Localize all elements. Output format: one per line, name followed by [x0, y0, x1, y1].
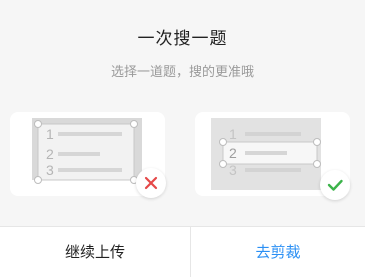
continue-upload-button[interactable]: 继续上传: [0, 227, 190, 277]
dialog-title: 一次搜一题: [137, 29, 228, 49]
question-number: 1: [46, 126, 54, 142]
cross-icon: [136, 168, 166, 198]
dialog-footer: 继续上传 去剪裁: [0, 226, 365, 277]
question-number: 2: [229, 145, 237, 161]
search-tip-dialog: 一次搜一题 选择一道题，搜的更准哦 1 2 3 1 3 2 继续上传 去剪裁: [0, 0, 365, 277]
question-number: 1: [229, 126, 237, 142]
go-crop-button[interactable]: 去剪裁: [191, 227, 365, 277]
check-icon: [320, 170, 350, 200]
question-number: 3: [46, 162, 54, 178]
dialog-subtitle: 选择一道题，搜的更准哦: [110, 65, 254, 80]
question-number: 2: [46, 146, 54, 162]
